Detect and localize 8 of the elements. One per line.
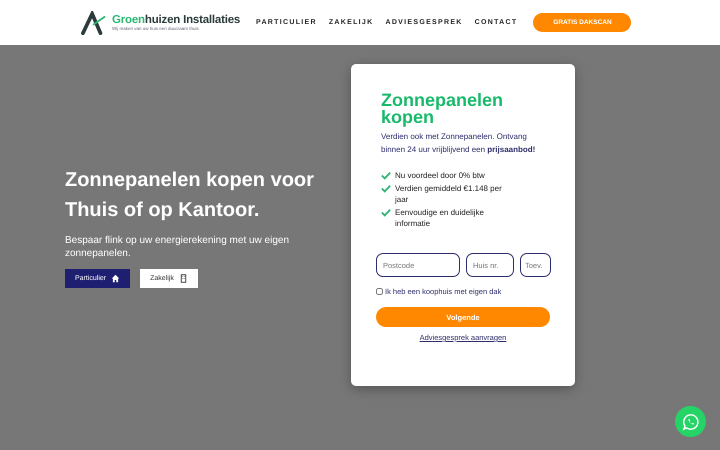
- benefit-text: Verdien gemiddeld €1.148 per jaar: [395, 183, 503, 205]
- card-title: Zonnepanelen kopen: [381, 92, 504, 126]
- benefit-text: Nu voordeel door 0% btw: [395, 170, 485, 181]
- benefit-text: Eenvoudige en duidelijke informatie: [395, 207, 485, 229]
- hero-title: Zonnepanelen kopen voor Thuis of op Kantoor.: [65, 168, 315, 223]
- hero-subtitle: Bespaar flink op uw energierekening met uw eigen zonnepanelen.: [65, 234, 290, 260]
- brand-name: Groenhuizen Installaties: [112, 14, 240, 26]
- card-intro: Verdien ook met Zonnepanelen. Ontvang binnen 24 uur vrijblijvend een prijsaanbod!: [381, 131, 536, 156]
